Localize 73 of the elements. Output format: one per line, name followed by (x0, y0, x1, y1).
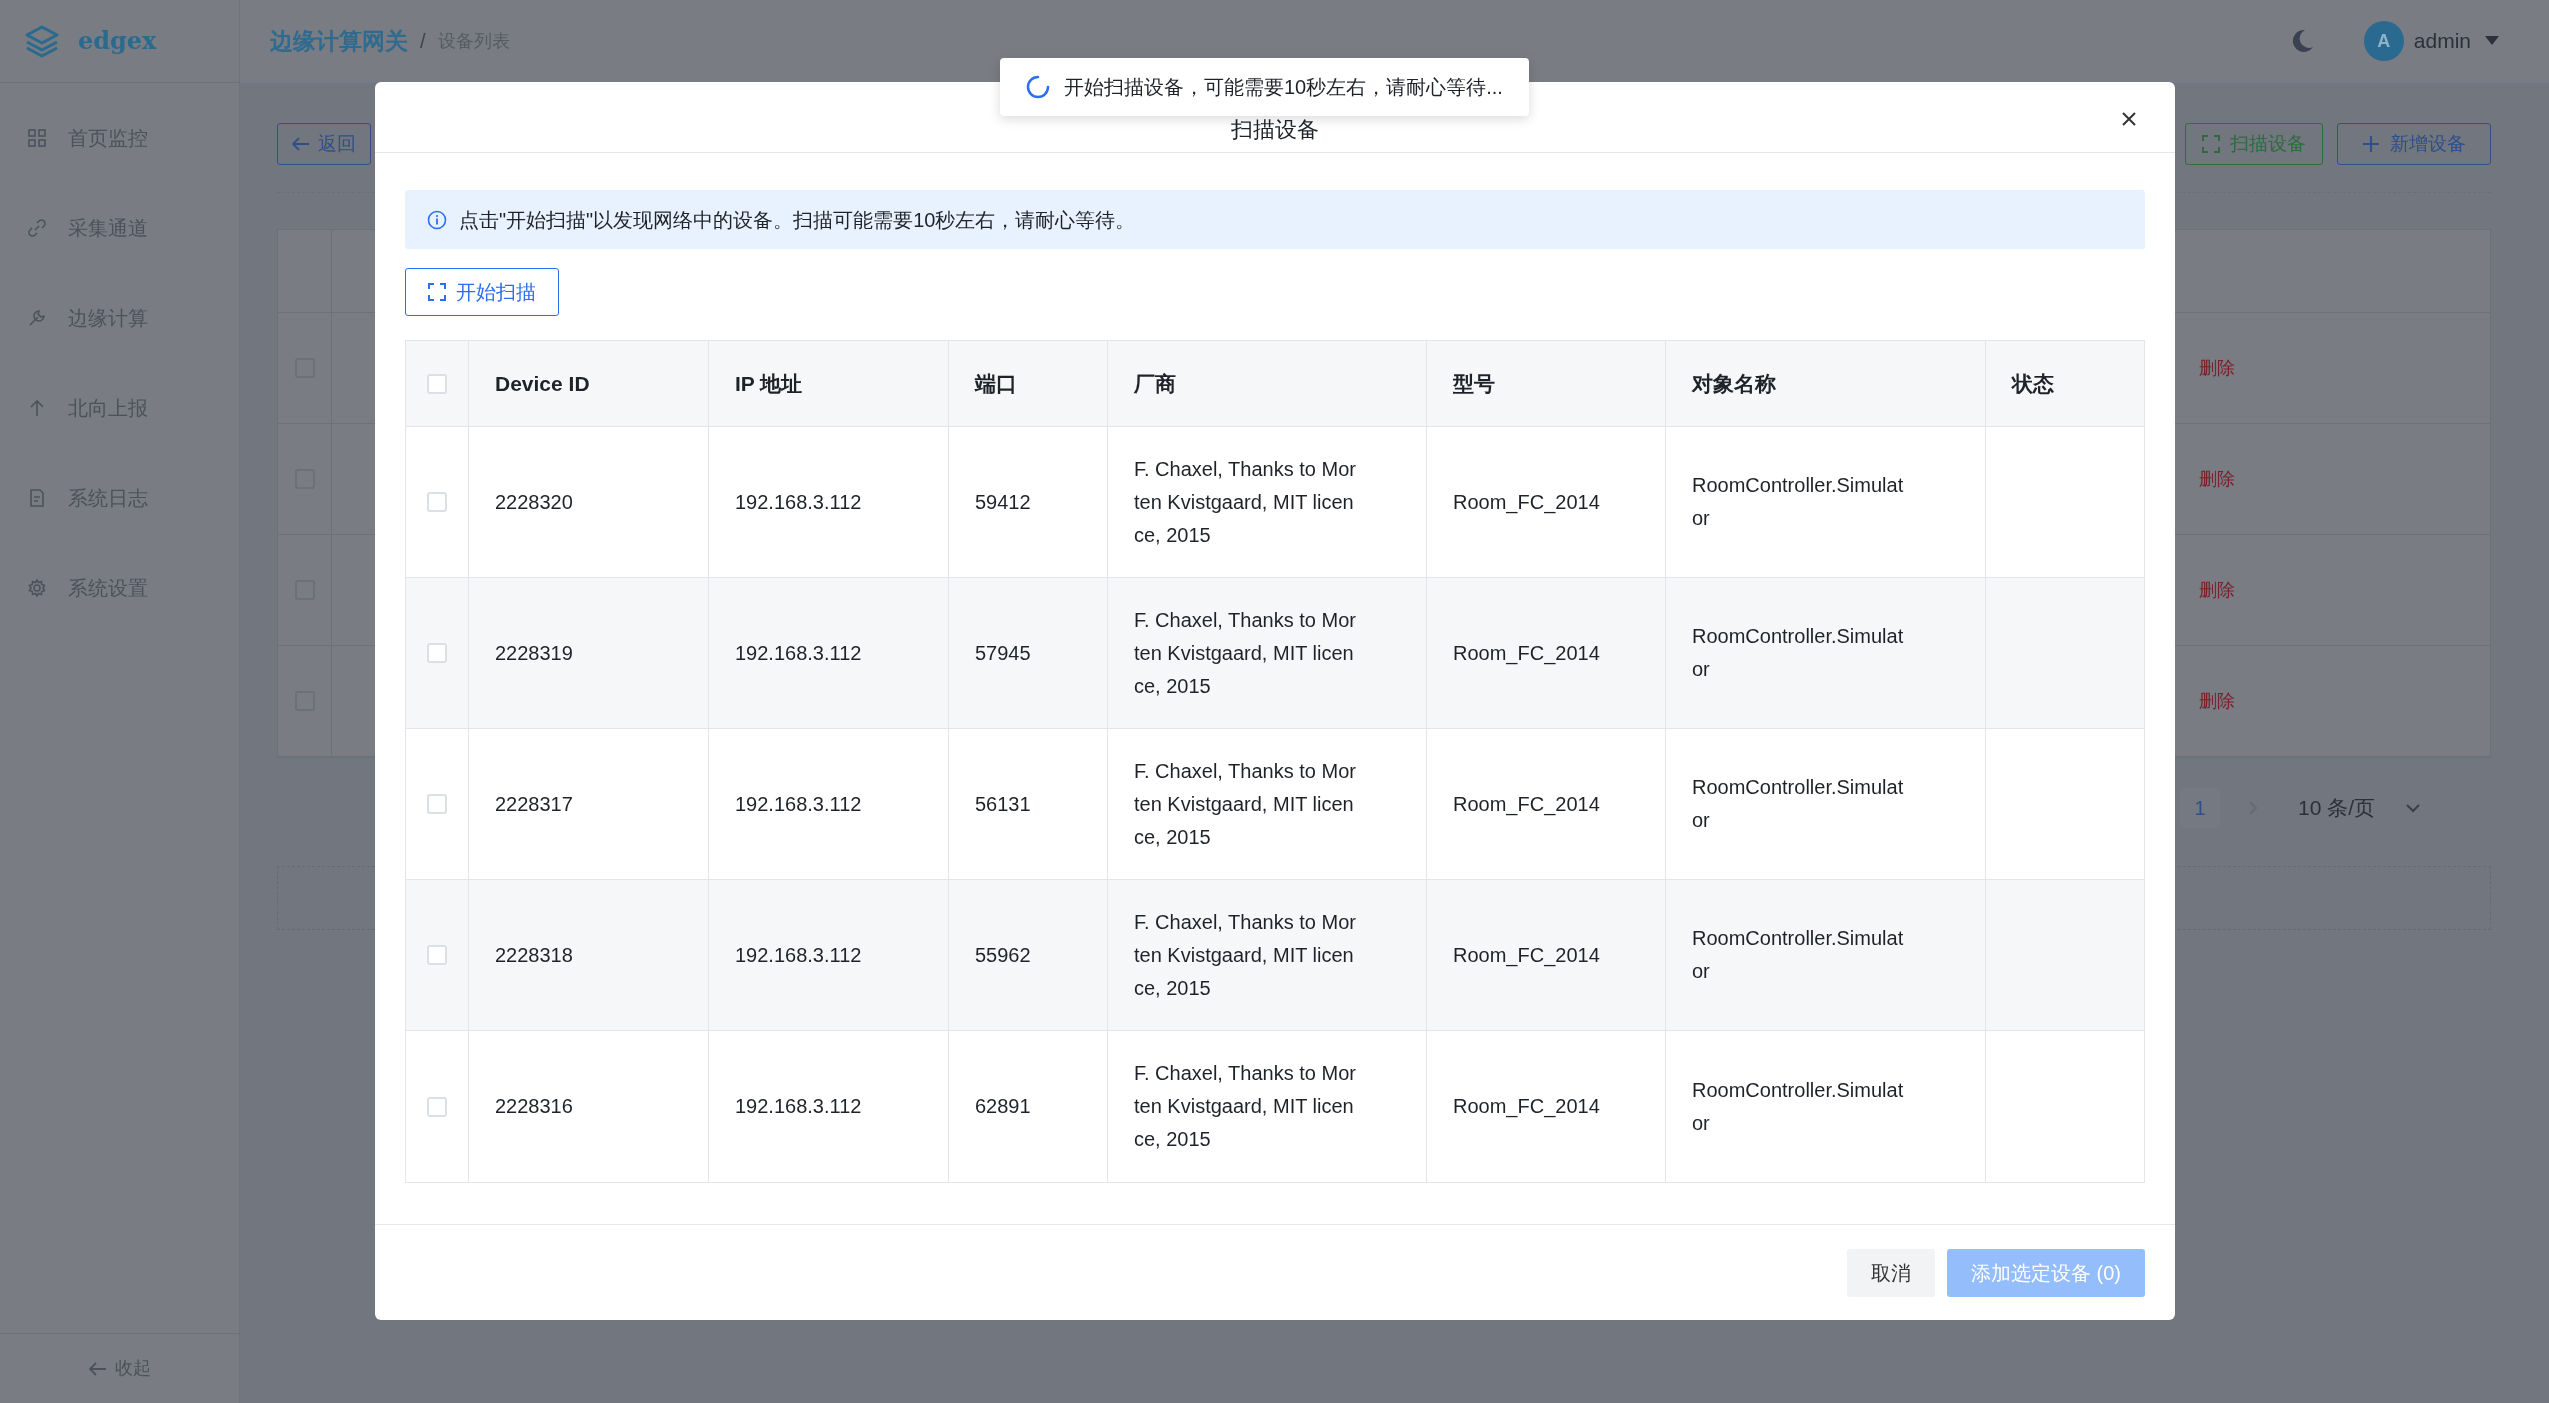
column-header: 型号 (1453, 370, 1495, 397)
delete-link[interactable]: 删除 (2199, 354, 2235, 382)
gear-icon (28, 579, 46, 597)
scan-devices-button[interactable]: 扫描设备 (2185, 123, 2323, 165)
add-device-button[interactable]: 新增设备 (2337, 123, 2491, 165)
start-scan-button[interactable]: 开始扫描 (405, 268, 559, 316)
table-cell-text: Room_FC_2014 (1453, 942, 1600, 969)
scan-icon (2202, 135, 2220, 153)
cancel-button[interactable]: 取消 (1847, 1248, 1935, 1297)
avatar[interactable]: A (2363, 21, 2404, 61)
close-icon[interactable] (2121, 111, 2137, 127)
arrow-up-icon (28, 399, 46, 417)
user-name[interactable]: admin (2413, 25, 2471, 57)
layers-icon (24, 24, 60, 58)
table-cell-text: 57945 (975, 640, 1031, 666)
arrow-left-icon (88, 1361, 107, 1376)
table-cell-text: F. Chaxel, Thanks to Morten Kvistgaard, MIT licence, 2015 (1134, 1061, 1356, 1152)
table-cell-text: F. Chaxel, Thanks to Morten Kvistgaard, MIT licence, 2015 (1134, 456, 1356, 548)
table-cell-text: Room_FC_2014 (1453, 489, 1600, 516)
delete-link[interactable]: 删除 (2199, 687, 2235, 715)
back-button[interactable]: 返回 (277, 123, 371, 165)
table-cell-text: F. Chaxel, Thanks to Morten Kvistgaard, MIT licence, 2015 (1134, 909, 1356, 1001)
table-cell-text: 192.168.3.112 (735, 1094, 862, 1119)
link-icon (28, 219, 46, 237)
table-cell-text: 2228317 (495, 791, 573, 817)
column-header: 对象名称 (1692, 370, 1776, 397)
table-cell-text: Room_FC_2014 (1453, 1094, 1600, 1120)
page-number[interactable]: 1 (2179, 788, 2220, 828)
spinner-icon (1026, 75, 1050, 99)
chevron-down-icon[interactable] (2405, 803, 2421, 813)
scan-icon (428, 283, 446, 301)
toast-message: 开始扫描设备，可能需要10秒左右，请耐心等待... (1064, 75, 1503, 100)
column-header: 状态 (2012, 370, 2054, 397)
table-cell-text: RoomController.Simulator (1692, 473, 1905, 531)
arrow-left-icon (292, 137, 310, 151)
table-cell-text: 2228319 (495, 640, 573, 666)
table-cell-text: Room_FC_2014 (1453, 791, 1600, 818)
table-cell-text: RoomController.Simulator (1692, 775, 1905, 833)
dialog-title: 扫描设备 (1231, 116, 1319, 144)
info-icon (427, 209, 447, 230)
column-header: IP 地址 (735, 370, 803, 397)
plus-icon (2362, 135, 2380, 153)
delete-link[interactable]: 删除 (2199, 465, 2235, 493)
table-cell-text: 192.168.3.112 (735, 791, 862, 817)
table-cell-text: 55962 (975, 942, 1031, 968)
table-cell-text: RoomController.Simulator (1692, 926, 1905, 984)
breadcrumb-item[interactable]: 边缘计算网关 (270, 23, 408, 59)
table-cell-text: 2228316 (495, 1094, 573, 1119)
delete-link[interactable]: 删除 (2199, 576, 2235, 604)
table-cell-text: RoomController.Simulator (1692, 1077, 1905, 1136)
breadcrumb-separator: / (420, 29, 426, 54)
table-cell-text: 59412 (975, 489, 1031, 515)
table-cell-text: RoomController.Simulator (1692, 624, 1905, 682)
table-cell-text: F. Chaxel, Thanks to Morten Kvistgaard, MIT licence, 2015 (1134, 758, 1356, 850)
table-cell-text: 192.168.3.112 (735, 942, 862, 968)
grid-icon (28, 129, 46, 147)
table-cell-text: 192.168.3.112 (735, 640, 862, 666)
wrench-icon (28, 309, 46, 327)
table-cell-text: 192.168.3.112 (735, 489, 862, 515)
document-icon (28, 489, 46, 507)
logo-text: edgex (78, 25, 157, 57)
table-cell-text: Room_FC_2014 (1453, 640, 1600, 667)
table-cell-text: 2228318 (495, 942, 573, 968)
column-header: 厂商 (1134, 370, 1176, 397)
table-cell-text: 2228320 (495, 489, 573, 515)
caret-icon[interactable] (2485, 36, 2499, 46)
column-header: 端口 (975, 370, 1017, 397)
page-size-select[interactable]: 10 条/页 (2297, 792, 2375, 824)
table-cell-text: F. Chaxel, Thanks to Morten Kvistgaard, MIT licence, 2015 (1134, 607, 1356, 699)
table-cell-text: 56131 (975, 791, 1031, 817)
table-cell-text: 62891 (975, 1094, 1031, 1119)
info-text: 点击"开始扫描"以发现网络中的设备。扫描可能需要10秒左右，请耐心等待。 (459, 207, 1136, 233)
column-header: Device ID (495, 370, 590, 397)
